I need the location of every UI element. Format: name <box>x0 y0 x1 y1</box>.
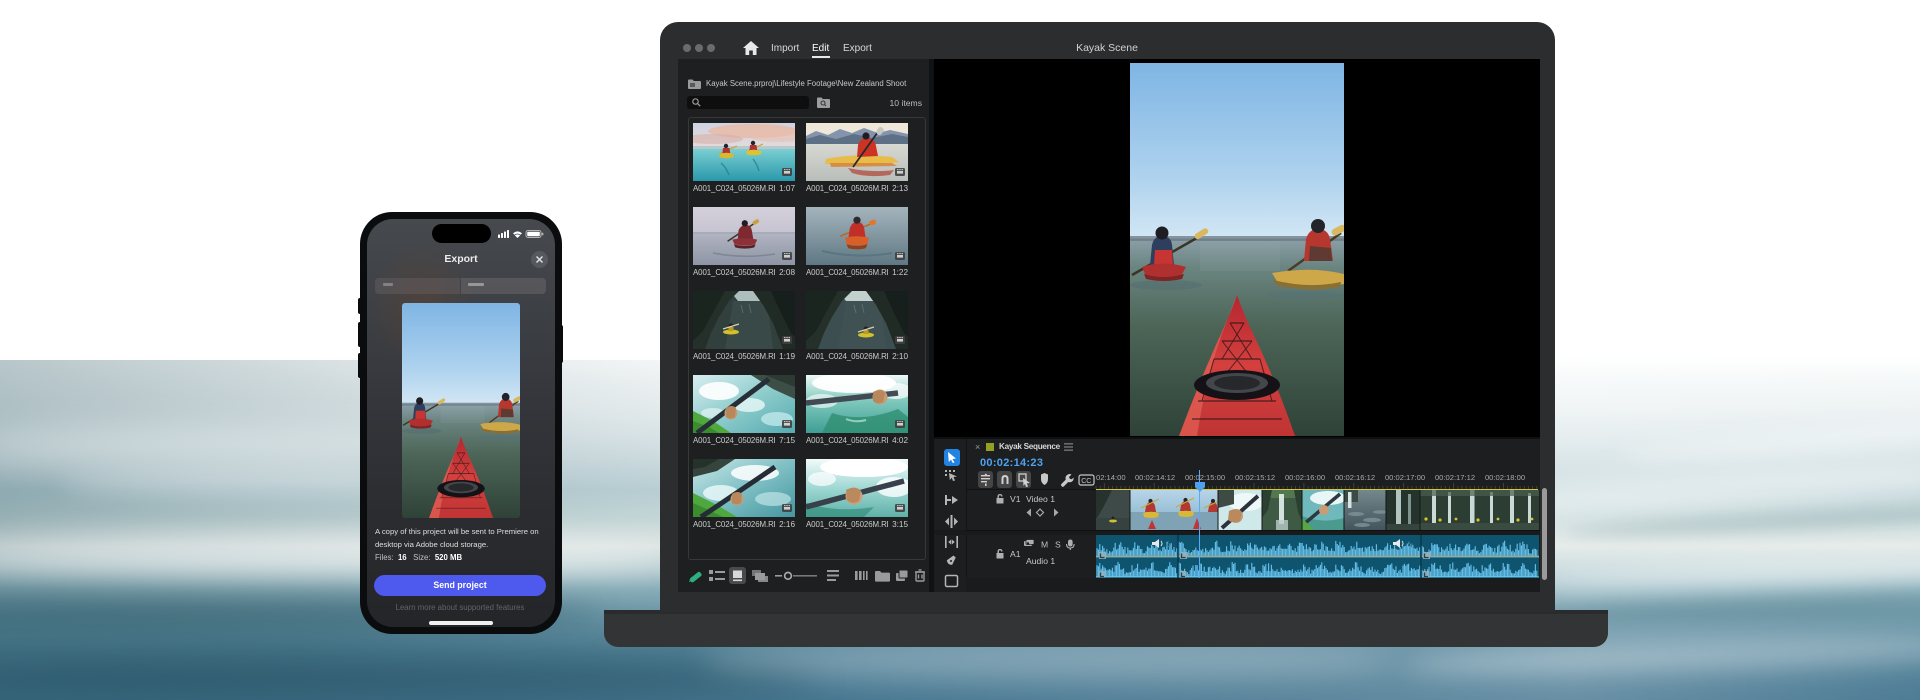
svg-text:S: S <box>1055 540 1061 550</box>
svg-text:fx: fx <box>1407 540 1413 549</box>
svg-text:M: M <box>1041 540 1048 550</box>
svg-text:fx: fx <box>1166 540 1172 549</box>
svg-text:CC: CC <box>1081 478 1091 485</box>
